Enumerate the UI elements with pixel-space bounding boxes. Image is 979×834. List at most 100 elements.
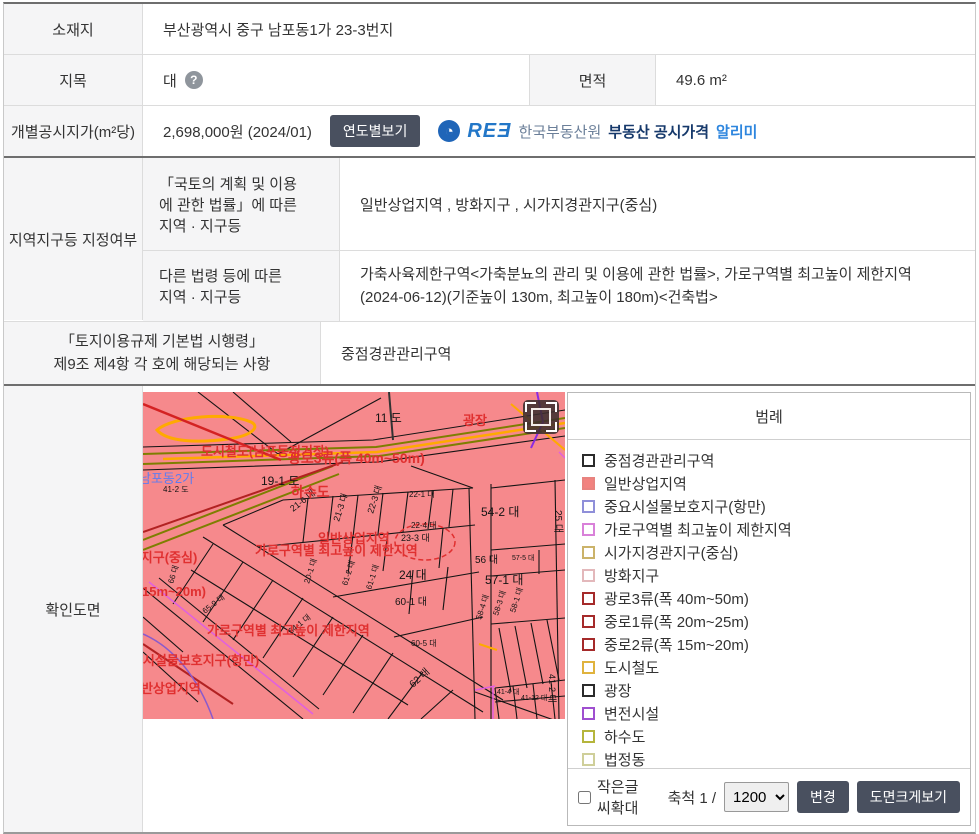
area-value: 49.6 m² [656, 55, 975, 105]
scale-change-button[interactable]: 변경 [797, 781, 849, 813]
legend-item-label: 방화지구 [604, 565, 659, 586]
yearly-view-button[interactable]: 연도별보기 [330, 115, 420, 147]
legend-item-label: 도시철도 [604, 657, 659, 678]
legend-swatch [582, 592, 595, 605]
map-label: 60-1 대 [395, 596, 427, 608]
map-label: 광로3류(폭 40m~50m) [288, 450, 425, 466]
row-regulation: 「토지이용규제 기본법 시행령」 제9조 제4항 각 호에 해당되는 사항 중점… [4, 321, 975, 384]
row-location: 소재지 부산광역시 중구 남포동1가 23-3번지 [4, 4, 975, 54]
map-label: 22-1 대 [409, 490, 435, 499]
zones-subtable: 「국토의 계획 및 이용 에 관한 법률」에 따른 지역 · 지구등 일반상업지… [143, 158, 975, 321]
price-cell: 2,698,000원 (2024/01) 연도별보기 ◔ REƎ 한국부동산원 … [143, 106, 975, 156]
legend-swatch [582, 753, 595, 766]
legend-item: 도시철도 [582, 656, 960, 679]
legend-swatch [582, 684, 595, 697]
jimok-value: 대 [163, 70, 177, 91]
map-label: 중요시설물보호지구(항만) [143, 653, 259, 668]
jimok-label: 지목 [4, 55, 143, 105]
map-label: 가로구역별 최고높이 제한지역 [207, 623, 370, 638]
legend-item-label: 하수도 [604, 726, 645, 747]
map-label: 41-2 대 [547, 674, 557, 703]
zones-label: 지역지구등 지정여부 [4, 158, 143, 320]
legend-item-label: 중로2류(폭 15m~20m) [604, 634, 749, 655]
legend-item: 법정동 [582, 748, 960, 768]
price-label: 개별공시지가(m²당) [4, 106, 143, 156]
legend-swatch [582, 500, 595, 513]
map-label: 남포동2가 [143, 471, 194, 486]
map-label: 22-4 대 [411, 521, 437, 530]
legend-item: 변전시설 [582, 702, 960, 725]
row-price: 개별공시지가(m²당) 2,698,000원 (2024/01) 연도별보기 ◔… [4, 105, 975, 156]
map-enlarge-button[interactable]: 도면크게보기 [857, 781, 960, 813]
legend-swatch [582, 661, 595, 674]
small-text-label: 작은글씨확대 [597, 776, 648, 818]
small-text-checkbox[interactable] [578, 790, 591, 805]
scale-select[interactable]: 1200 [724, 782, 789, 812]
map-label: 중로2류(폭 15m~20m) [143, 584, 206, 599]
legend-item: 중점경관관리구역 [582, 449, 960, 472]
small-text-toggle[interactable]: 작은글씨확대 [578, 776, 648, 818]
legend-swatch [582, 454, 595, 467]
zones-sub1-label: 「국토의 계획 및 이용 에 관한 법률」에 따른 지역 · 지구등 [143, 158, 340, 250]
legend-item: 광로3류(폭 40m~50m) [582, 587, 960, 610]
map-label: 일반상업지역 [143, 681, 201, 696]
zones-sub2-label: 다른 법령 등에 따른 지역 · 지구등 [143, 251, 340, 321]
reb-service-text: 부동산 공시가격 [608, 121, 709, 142]
legend-swatch [582, 523, 595, 536]
legend-item-label: 일반상업지역 [604, 473, 687, 494]
zones-sub1-value: 일반상업지역 , 방화지구 , 시가지경관지구(중심) [340, 158, 975, 250]
legend-item-label: 가로구역별 최고높이 제한지역 [604, 519, 792, 540]
legend-item: 중요시설물보호지구(항만) [582, 495, 960, 518]
legend-item-label: 변전시설 [604, 703, 659, 724]
legend-item: 하수도 [582, 725, 960, 748]
fullscreen-icon[interactable] [523, 400, 559, 434]
legend-item: 가로구역별 최고높이 제한지역 [582, 518, 960, 541]
legend-item-label: 광장 [604, 680, 632, 701]
row-jimok-area: 지목 대 ? 면적 49.6 m² [4, 54, 975, 105]
map-label: 시가지경관지구(중심) [143, 550, 197, 565]
legend-item: 방화지구 [582, 564, 960, 587]
legend-item-label: 시가지경관지구(중심) [604, 542, 738, 563]
reb-logo-link[interactable]: ◔ REƎ 한국부동산원 부동산 공시가격 알리미 [438, 120, 757, 143]
legend-item: 일반상업지역 [582, 472, 960, 495]
reb-logo-icon: ◔ [438, 120, 460, 142]
legend-panel: 범례 중점경관관리구역 일반상업지역 중요시설물보호지구(항만) [567, 392, 971, 826]
reb-org-text: 한국부동산원 [518, 121, 601, 142]
legend-list: 중점경관관리구역 일반상업지역 중요시설물보호지구(항만) 가로 [568, 440, 970, 768]
legend-controls: 작은글씨확대 축척 1 / 1200 변경 도면크게보기 [568, 768, 970, 825]
legend-item-label: 중요시설물보호지구(항만) [604, 496, 766, 517]
maprow-label: 확인도면 [4, 386, 143, 832]
regulation-value: 중점경관관리구역 [321, 322, 975, 384]
map-label: 11 도 [375, 411, 402, 425]
map-label: 41-12 대 [521, 694, 547, 702]
zones-subrow-1: 「국토의 계획 및 이용 에 관한 법률」에 따른 지역 · 지구등 일반상업지… [143, 158, 975, 250]
map-label: 광장 [463, 413, 487, 428]
map-label: 60-5 대 [411, 639, 437, 648]
cadastral-map[interactable]: 11 도19-1 도41-2 도21-6 대21-3 대22-3 대22-1 대… [143, 392, 565, 719]
legend-item-label: 법정동 [604, 749, 645, 768]
legend-title: 범례 [568, 393, 970, 440]
row-zones: 지역지구등 지정여부 「국토의 계획 및 이용 에 관한 법률」에 따른 지역 … [4, 156, 975, 321]
zones-sub2-value: 가축사육제한구역<가축분뇨의 관리 및 이용에 관한 법률>, 가로구역별 최고… [340, 251, 975, 321]
map-label: 56 대 [475, 554, 498, 566]
legend-swatch [582, 730, 595, 743]
map-label: 54-2 대 [481, 505, 519, 519]
help-icon[interactable]: ? [185, 71, 203, 89]
row-map: 확인도면 [4, 384, 975, 832]
location-value: 부산광역시 중구 남포동1가 23-3번지 [143, 4, 975, 54]
map-label: 하수도 [291, 484, 330, 500]
map-label: 41-4 대 [497, 688, 519, 696]
reb-wordmark: REƎ [467, 120, 511, 143]
maprow-content: 11 도19-1 도41-2 도21-6 대21-3 대22-3 대22-1 대… [143, 386, 975, 832]
legend-swatch [582, 569, 595, 582]
legend-item-label: 중로1류(폭 20m~25m) [604, 611, 749, 632]
legend-item: 광장 [582, 679, 960, 702]
jimok-value-cell: 대 ? [143, 55, 530, 105]
map-label: 24 대 [399, 568, 427, 582]
legend-swatch [582, 477, 595, 490]
legend-item: 중로1류(폭 20m~25m) [582, 610, 960, 633]
legend-swatch [582, 615, 595, 628]
scale-label: 축척 1 / [668, 787, 716, 808]
reb-alimi-text: 알리미 [716, 121, 757, 142]
area-label: 면적 [530, 55, 656, 105]
